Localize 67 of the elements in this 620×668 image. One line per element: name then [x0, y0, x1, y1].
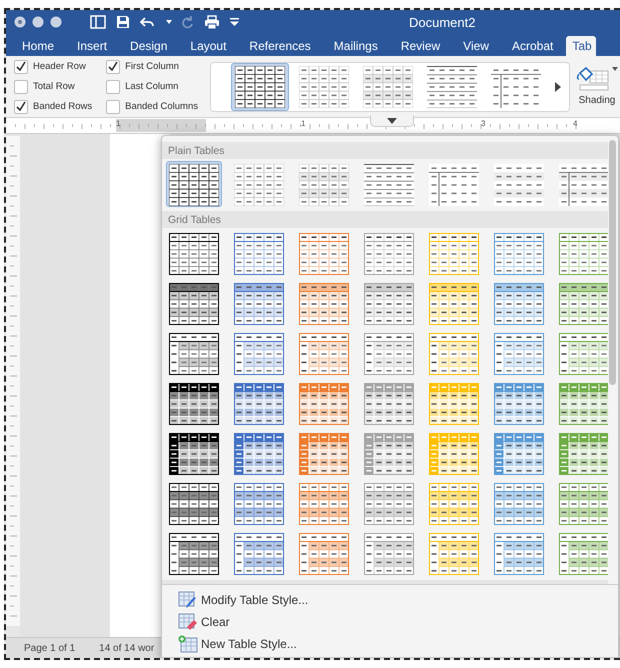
ribbon-tab[interactable]: Home	[12, 36, 64, 56]
scrollbar-thumb[interactable]	[609, 140, 616, 385]
checkbox[interactable]	[106, 60, 120, 74]
redo-icon[interactable]	[182, 15, 194, 29]
menu-item[interactable]: New Table Style...	[178, 634, 618, 654]
save-icon[interactable]	[116, 15, 130, 29]
customize-icon[interactable]	[230, 18, 239, 26]
table-style-icon	[169, 164, 219, 206]
table-pencil-icon	[178, 591, 198, 609]
table-style-icon	[299, 66, 349, 108]
shading-button[interactable]: Shading	[574, 67, 620, 106]
table-style-icon	[235, 66, 285, 108]
sidebar-icon[interactable]	[90, 15, 106, 29]
table-style-icon	[299, 164, 349, 206]
word-count: 14 of 14 wor	[99, 642, 154, 654]
option-label: First Column	[125, 61, 179, 72]
window-control-icon[interactable]	[32, 16, 44, 28]
window-control-icon[interactable]	[14, 16, 26, 28]
page-count: Page 1 of 1	[24, 642, 76, 654]
table-style-icon	[559, 164, 608, 206]
option-label: Banded Rows	[33, 101, 92, 112]
ruler-number: 4	[573, 119, 578, 128]
ribbon-tab[interactable]: View	[453, 36, 499, 56]
gallery-expand-button[interactable]	[370, 115, 414, 127]
option-label: Last Column	[125, 81, 178, 92]
caret-right-icon	[555, 82, 561, 92]
ribbon-tab[interactable]: Design	[120, 36, 178, 56]
table-eraser-icon	[178, 613, 198, 631]
paint-bucket-icon	[576, 67, 610, 91]
table-style-icon	[494, 164, 544, 206]
ribbon-tab[interactable]: References	[239, 36, 321, 56]
checkbox[interactable]	[106, 80, 120, 94]
table-style-icon	[427, 66, 477, 108]
caret-icon	[612, 67, 618, 71]
table-style-option[interactable]	[166, 161, 222, 207]
ribbon-tab[interactable]: Mailings	[324, 36, 388, 56]
undo-icon[interactable]	[140, 16, 156, 28]
ruler-number: 3	[481, 119, 486, 128]
checkbox[interactable]	[106, 100, 120, 114]
ribbon-tab[interactable]: Acrobat	[502, 36, 564, 56]
option-label: Header Row	[33, 61, 86, 72]
section-heading: Grid Tables	[168, 214, 221, 226]
menu-item[interactable]: Clear	[178, 612, 618, 632]
checkbox[interactable]	[14, 60, 28, 74]
table-style-option[interactable]	[231, 62, 289, 110]
window-title: Document2	[409, 14, 476, 30]
print-icon[interactable]	[204, 14, 220, 30]
ribbon-tab[interactable]: Insert	[67, 36, 118, 56]
checkbox[interactable]	[14, 100, 28, 114]
table-style-option[interactable]	[361, 161, 417, 207]
ribbon-tab[interactable]: Tab	[566, 36, 596, 56]
option-label: Total Row	[33, 81, 75, 92]
table-style-icon	[363, 66, 413, 108]
menu-item[interactable]: Modify Table Style...	[178, 590, 618, 610]
ruler-number: 1	[116, 119, 120, 128]
checkbox[interactable]	[14, 80, 28, 94]
table-style-icon	[234, 164, 284, 206]
ribbon-tab[interactable]: Layout	[180, 36, 236, 56]
table-style-icon	[364, 164, 414, 206]
table-plus-icon	[178, 635, 198, 653]
ruler-number: 1	[301, 119, 306, 128]
ribbon-tab[interactable]: Review	[390, 36, 450, 56]
table-style-icon	[429, 164, 479, 206]
caret-icon[interactable]	[166, 20, 172, 24]
option-label: Banded Columns	[125, 101, 198, 112]
window-control-icon[interactable]	[50, 16, 62, 28]
section-heading: Plain Tables	[168, 144, 224, 156]
